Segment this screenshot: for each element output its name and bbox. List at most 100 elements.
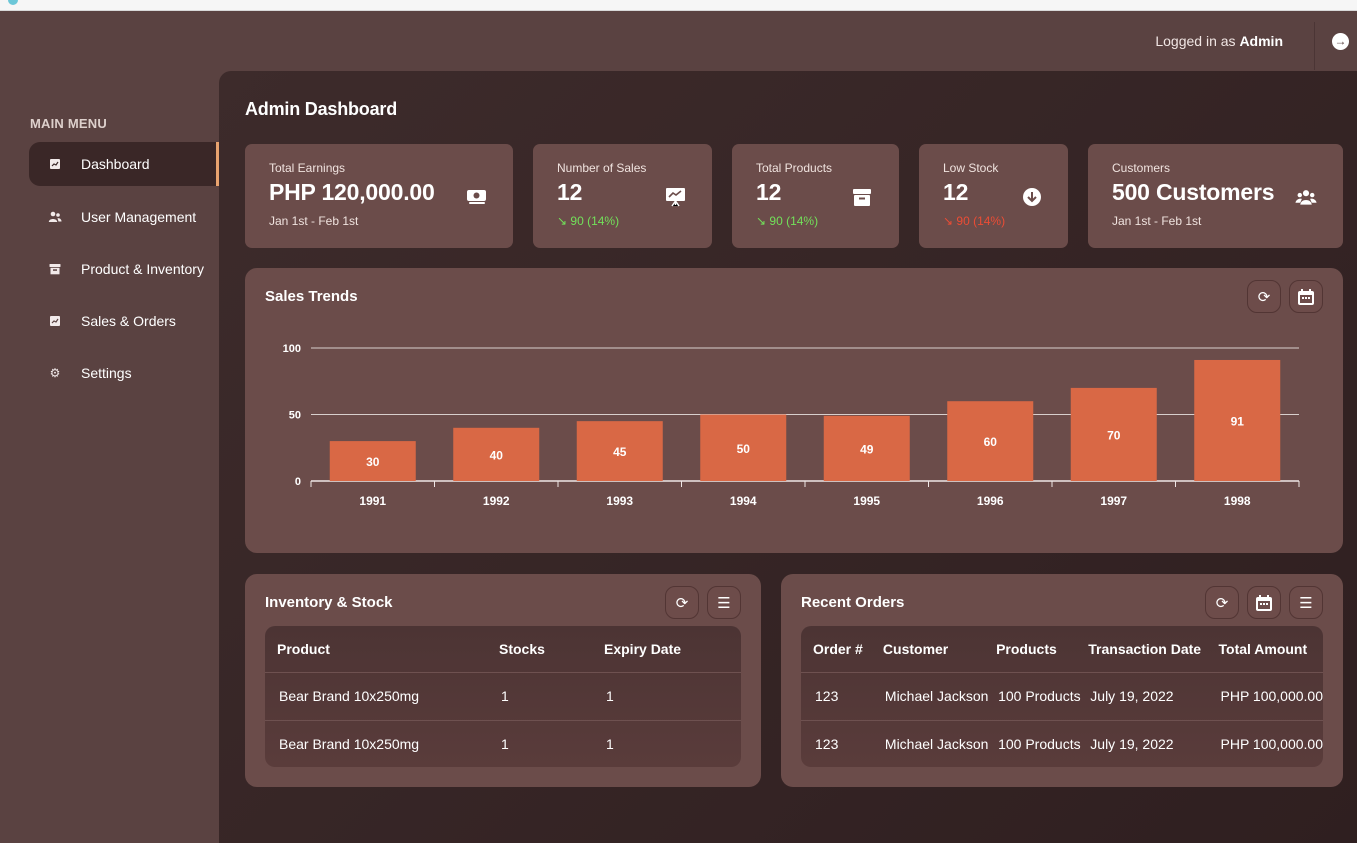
sidebar-item-user-management[interactable]: User Management — [29, 195, 219, 239]
sales-trends-panel: Sales Trends ⟳ 0 50 100 30 1991 40 1992 45 1993 5… — [245, 268, 1343, 553]
card-value: 12 — [943, 179, 969, 205]
top-divider — [1314, 22, 1315, 70]
recent-orders-panel: Recent Orders ⟳ ☰ Order # Customer Produ… — [781, 574, 1343, 787]
table-row[interactable]: 123 Michael Jackson 100 Products July 19… — [801, 671, 1323, 720]
main-menu-title: MAIN MENU — [30, 116, 107, 131]
column-stocks: Stocks — [499, 640, 545, 657]
card-title: Customers — [1112, 161, 1171, 175]
orders-list-button[interactable]: ☰ — [1289, 586, 1323, 619]
refresh-icon: ⟳ — [675, 594, 689, 612]
bar-value-label: 40 — [490, 448, 504, 462]
bar-value-label: 60 — [984, 435, 998, 449]
table-row[interactable]: 123 Michael Jackson 100 Products July 19… — [801, 719, 1323, 767]
bar-value-label: 70 — [1107, 428, 1121, 442]
product-cell: Bear Brand 10x250mg — [265, 719, 499, 767]
card-value: 12 — [557, 179, 583, 205]
sidebar-item-sales-orders[interactable]: Sales & Orders — [29, 299, 219, 343]
card-value: 12 — [756, 179, 782, 205]
bar-value-label: 50 — [737, 442, 751, 456]
login-status: Logged in as Admin — [1155, 33, 1283, 49]
bar-value-label: 30 — [366, 455, 380, 469]
bar-value-label: 45 — [613, 445, 627, 459]
sidebar-item-dashboard[interactable]: Dashboard — [29, 142, 219, 186]
expiry-date-cell: 1 — [604, 671, 741, 720]
sidebar-item-label: Product & Inventory — [81, 261, 204, 277]
stocks-cell: 1 — [499, 671, 604, 720]
card-title: Total Earnings — [269, 161, 346, 175]
order-number-cell: 123 — [801, 671, 883, 720]
products-cell: 100 Products — [996, 719, 1089, 767]
calendar-icon — [1256, 594, 1272, 611]
orders-calendar-button[interactable] — [1247, 586, 1281, 619]
y-tick-label: 0 — [295, 476, 301, 488]
customer-cell: Michael Jackson — [882, 671, 997, 720]
sales-trends-chart: 0 50 100 30 1991 40 1992 45 1993 50 1994 49 1995 60 19… — [283, 343, 1300, 508]
x-tick-label: 1997 — [1100, 494, 1127, 508]
table-row[interactable]: Bear Brand 10x250mg 1 1 — [265, 719, 741, 767]
favicon-icon — [8, 0, 18, 5]
column-customer: Customer — [882, 640, 949, 657]
table-row[interactable]: Bear Brand 10x250mg 1 1 — [265, 671, 741, 720]
x-tick-label: 1992 — [483, 494, 510, 508]
recent-orders-table: Order # Customer Products Transaction Da… — [801, 626, 1323, 767]
x-tick-label: 1995 — [853, 494, 880, 508]
archive-icon — [29, 263, 81, 275]
column-expiry-date: Expiry Date — [604, 640, 682, 657]
card-title: Number of Sales — [557, 161, 647, 175]
sidebar-item-label: Sales & Orders — [81, 313, 176, 329]
column-order-number: Order # — [813, 640, 863, 657]
gear-icon: ⚙ — [49, 366, 61, 380]
total-products-card: Total Products 12 ↘ 90 (14%) — [732, 144, 899, 248]
x-tick-label: 1998 — [1224, 494, 1251, 508]
refresh-icon: ⟳ — [1215, 594, 1229, 612]
main-content: Admin Dashboard Total Earnings PHP 120,0… — [219, 71, 1357, 843]
card-title: Low Stock — [943, 161, 999, 175]
sidebar-item-settings[interactable]: ⚙ Settings — [29, 351, 219, 395]
card-trend: ↘ 90 (14%) — [943, 214, 1006, 228]
top-bar: Logged in as Admin → — [0, 11, 1357, 71]
y-tick-label: 100 — [283, 343, 301, 355]
sidebar: MAIN MENU Dashboard User Management Prod… — [0, 71, 219, 843]
order-number-cell: 123 — [801, 719, 883, 767]
browser-chrome-strip — [0, 0, 1357, 11]
bar-value-label: 91 — [1231, 414, 1245, 428]
column-transaction-date: Transaction Date — [1088, 640, 1202, 657]
recent-orders-title: Recent Orders — [801, 594, 905, 611]
number-of-sales-card: Number of Sales 12 ↘ 90 (14%) — [533, 144, 712, 248]
customer-cell: Michael Jackson — [882, 719, 997, 767]
page-title: Admin Dashboard — [245, 99, 398, 119]
list-icon: ☰ — [717, 594, 731, 612]
sidebar-item-product-inventory[interactable]: Product & Inventory — [29, 247, 219, 291]
login-prefix: Logged in as — [1155, 33, 1236, 49]
column-total-amount: Total Amount — [1218, 640, 1308, 657]
expiry-date-cell: 1 — [604, 719, 741, 767]
archive-icon — [851, 186, 873, 208]
column-products: Products — [996, 640, 1057, 657]
products-cell: 100 Products — [996, 671, 1089, 720]
logged-in-user: Admin — [1239, 33, 1283, 49]
inventory-stock-panel: Inventory & Stock ⟳ ☰ Product Stocks Exp… — [245, 574, 761, 787]
card-trend: ↘ 90 (14%) — [756, 214, 819, 228]
x-tick-label: 1996 — [977, 494, 1004, 508]
users-icon — [29, 211, 81, 223]
inventory-refresh-button[interactable]: ⟳ — [665, 586, 699, 619]
table-header-row: Product Stocks Expiry Date — [265, 626, 741, 672]
presentation-chart-icon — [664, 186, 686, 208]
x-tick-label: 1994 — [730, 494, 757, 508]
arrow-down-circle-icon — [1021, 186, 1043, 208]
transaction-date-cell: July 19, 2022 — [1088, 719, 1219, 767]
chart-icon — [29, 315, 81, 327]
customers-card: Customers 500 Customers Jan 1st - Feb 1s… — [1088, 144, 1343, 248]
orders-refresh-button[interactable]: ⟳ — [1205, 586, 1239, 619]
stocks-cell: 1 — [499, 719, 604, 767]
inventory-list-button[interactable]: ☰ — [707, 586, 741, 619]
total-amount-cell: PHP 100,000.00 — [1218, 671, 1323, 720]
logout-button[interactable]: → — [1332, 33, 1349, 50]
y-tick-label: 50 — [289, 410, 301, 422]
card-trend: ↘ 90 (14%) — [557, 214, 620, 228]
card-date-range: Jan 1st - Feb 1st — [1112, 214, 1202, 228]
list-icon: ☰ — [1299, 594, 1313, 612]
total-amount-cell: PHP 100,000.00 — [1218, 719, 1323, 767]
x-tick-label: 1993 — [606, 494, 633, 508]
inventory-title: Inventory & Stock — [265, 594, 393, 611]
